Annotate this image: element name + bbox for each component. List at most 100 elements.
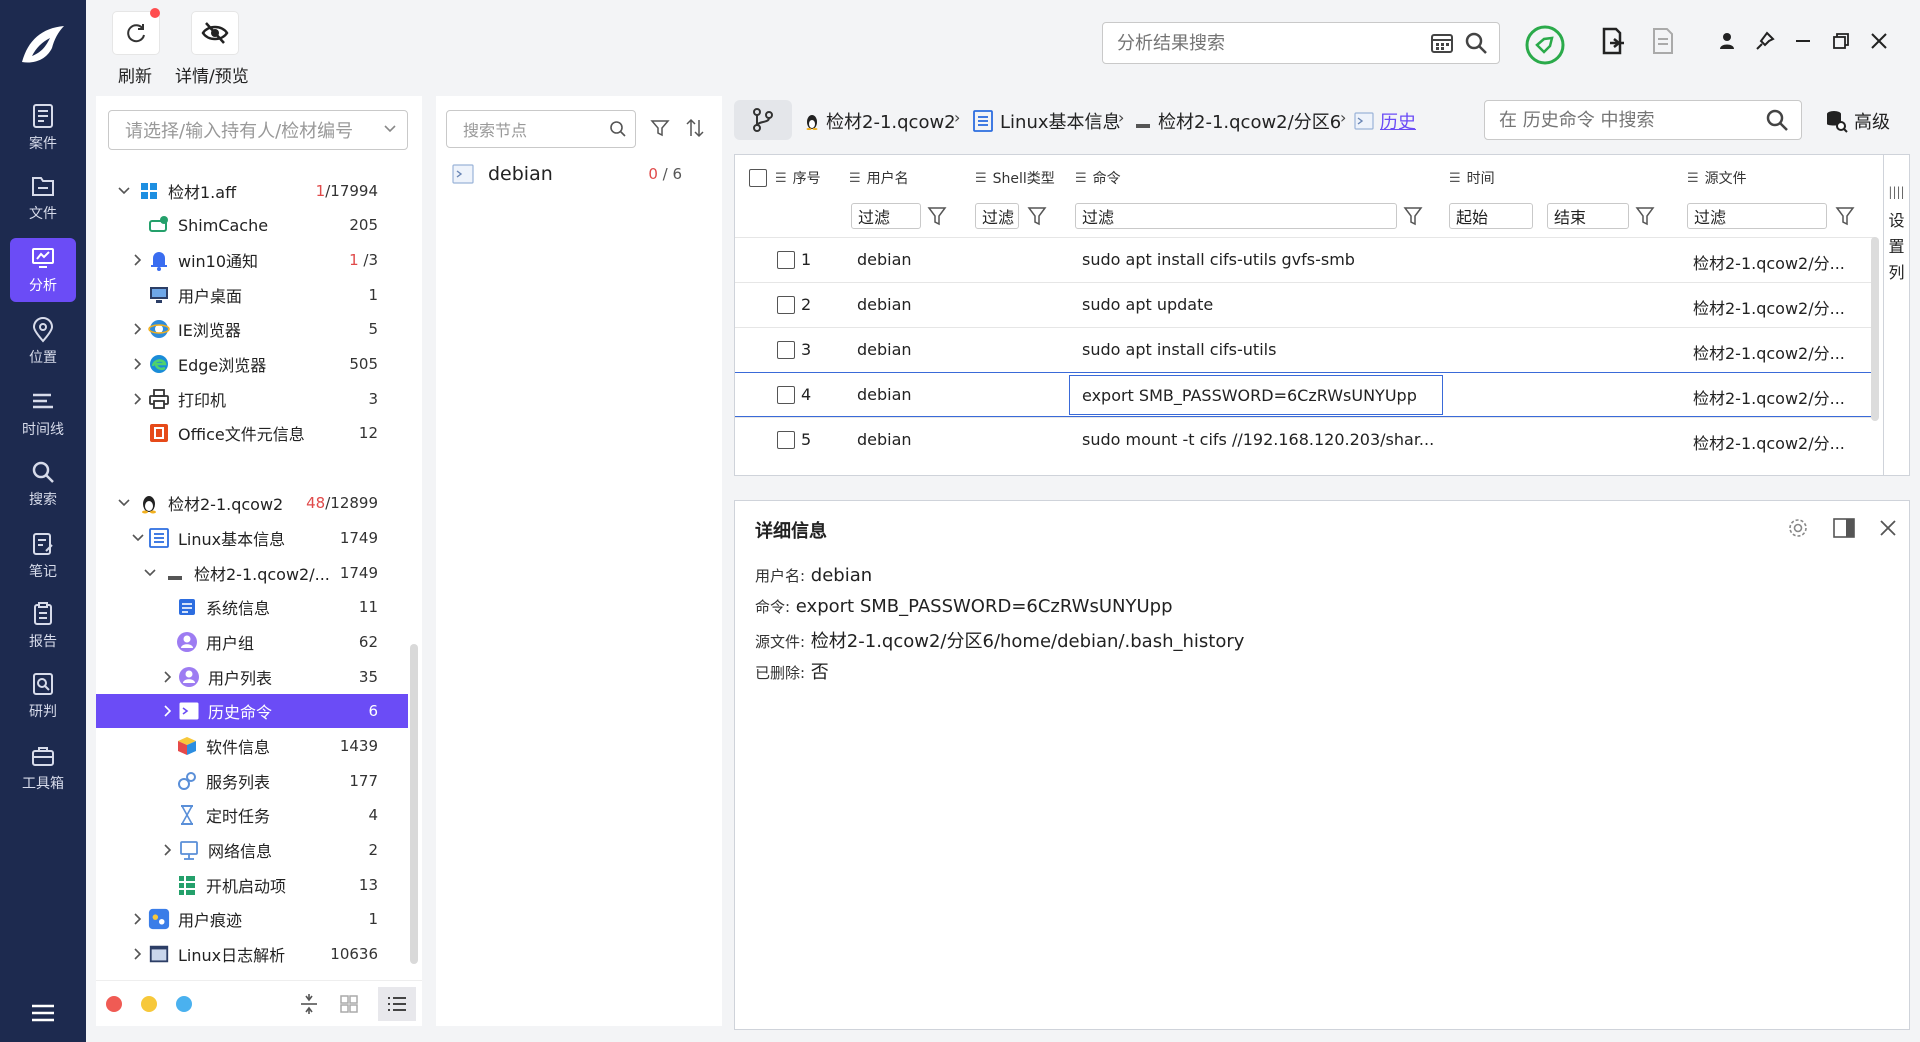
tree-item-history-commands[interactable]: 历史命令 6 [96,694,408,728]
row-command-cell-focused[interactable]: export SMB_PASSWORD=6CzRWsUNYUpp [1069,375,1443,415]
settings-gear-icon[interactable] [1785,515,1811,541]
nav-notes[interactable]: 笔记 [10,524,76,588]
tree-item[interactable]: 用户痕迹 1 [96,902,408,936]
column-header-shell[interactable]: ☰ Shell类型 [975,163,1055,193]
refresh-button[interactable] [113,12,159,54]
search-icon[interactable] [1463,30,1489,56]
tree-item[interactable]: Office文件元信息 12 [96,416,408,450]
node-search-box[interactable]: 搜索节点 [446,110,636,148]
holder-select[interactable]: 请选择/输入持有人/检材编号 [108,110,408,150]
row-checkbox[interactable] [777,341,795,359]
tree-item[interactable]: 系统信息 11 [96,590,408,624]
search-icon[interactable] [609,120,627,142]
tree-item[interactable]: IE浏览器 5 [96,312,408,346]
row-checkbox[interactable] [777,386,795,404]
minimize-icon[interactable] [1788,26,1818,56]
table-row[interactable]: 1 debian sudo apt install cifs-utils gvf… [735,237,1875,282]
grid-view-icon[interactable] [338,993,360,1019]
nav-report[interactable]: 报告 [10,594,76,658]
tree-item[interactable]: 打印机 3 [96,382,408,416]
nav-search[interactable]: 搜索 [10,452,76,516]
status-check-icon[interactable] [1524,24,1566,66]
chevron-right-icon[interactable] [160,703,176,719]
filter-input-source[interactable]: 过滤 [1687,203,1827,229]
breadcrumb-item-current[interactable]: 历史 [1354,108,1416,134]
search-icon[interactable] [1765,108,1789,132]
row-checkbox[interactable] [777,251,795,269]
tree-item[interactable]: 检材2-1.qcow2/... 1749 [96,556,408,590]
collapse-all-icon[interactable] [298,993,320,1019]
filter-icon[interactable] [650,118,670,142]
tree-item[interactable]: 用户列表 35 [96,660,408,694]
breadcrumb-item[interactable]: Linux基本信息 [972,108,1121,134]
row-checkbox[interactable] [777,431,795,449]
nav-analysis[interactable]: 分析 [10,238,76,302]
history-search-input[interactable] [1485,109,1765,131]
chevron-down-icon[interactable] [116,495,132,511]
filter-input-user[interactable]: 过滤 [851,203,921,229]
chevron-right-icon[interactable] [130,252,146,268]
tree-item[interactable]: ShimCache 205 [96,208,408,242]
chevron-right-icon[interactable] [130,356,146,372]
tree-item[interactable]: Linux日志解析 10636 [96,937,408,971]
tree-item[interactable]: 用户桌面 1 [96,278,408,312]
filter-input-time-start[interactable]: 起始 [1449,203,1533,229]
user-icon[interactable] [1712,26,1742,56]
nav-case[interactable]: 案件 [10,96,76,160]
tree-item[interactable]: 定时任务 4 [96,798,408,832]
table-scrollbar[interactable] [1871,237,1879,421]
row-checkbox[interactable] [777,296,795,314]
tree-item[interactable]: 检材2-1.qcow2 48/12899 [96,486,408,520]
chevron-down-icon[interactable] [116,183,132,199]
calendar-icon[interactable] [1429,30,1455,56]
column-header-index[interactable]: ☰ 序号 [775,163,821,193]
table-row-selected[interactable]: 4 debian export SMB_PASSWORD=6CzRWsUNYUp… [735,372,1875,417]
restore-icon[interactable] [1826,26,1856,56]
menu-icon[interactable] [30,1002,56,1024]
chevron-down-icon[interactable] [130,530,146,546]
tree-item[interactable]: Linux基本信息 1749 [96,521,408,555]
split-view-icon[interactable] [1831,515,1857,541]
breadcrumb-item[interactable]: 检材2-1.qcow2/分区6 [1134,108,1341,134]
nav-timeline[interactable]: 时间线 [10,382,76,446]
preview-toggle-button[interactable] [192,12,238,54]
close-panel-icon[interactable] [1875,515,1901,541]
document-report-icon[interactable] [1648,26,1678,56]
chevron-right-icon[interactable] [160,842,176,858]
filter-icon[interactable] [1835,205,1855,227]
filter-input-shell[interactable]: 过滤 [975,203,1019,229]
close-icon[interactable] [1864,26,1894,56]
global-search-input[interactable] [1103,32,1429,54]
column-header-user[interactable]: ☰ 用户名 [849,163,909,193]
tree-item[interactable]: 网络信息 2 [96,833,408,867]
tree-item[interactable]: 服务列表 177 [96,764,408,798]
filter-icon[interactable] [927,205,947,227]
tree-item[interactable]: win10通知 1 /3 [96,243,408,277]
column-settings-tab[interactable]: |||| 设 置 列 [1883,155,1909,475]
chevron-right-icon[interactable] [130,391,146,407]
nav-file[interactable]: 文件 [10,166,76,230]
filter-input-time-end[interactable]: 结束 [1547,203,1629,229]
nav-judgement[interactable]: 研判 [10,664,76,728]
export-icon[interactable] [1598,26,1628,56]
node-item[interactable]: debian 0 / 6 [452,156,712,192]
tree-item[interactable]: 软件信息 1439 [96,729,408,763]
chevron-down-icon[interactable] [142,565,158,581]
column-header-command[interactable]: ☰ 命令 [1075,163,1121,193]
status-dot-blue[interactable] [176,996,192,1012]
status-dot-red[interactable] [106,996,122,1012]
tree-item[interactable]: Edge浏览器 505 [96,347,408,381]
tree-item[interactable]: 开机启动项 13 [96,868,408,902]
chevron-right-icon[interactable] [130,946,146,962]
status-dot-yellow[interactable] [141,996,157,1012]
chevron-right-icon[interactable] [130,911,146,927]
filter-input-command[interactable]: 过滤 [1075,203,1397,229]
tree-item[interactable]: 用户组 62 [96,625,408,659]
table-row[interactable]: 5 debian sudo mount -t cifs //192.168.12… [735,417,1875,462]
chevron-right-icon[interactable] [160,669,176,685]
tree-item[interactable]: 检材1.aff 1/17994 [96,174,408,208]
table-row[interactable]: 3 debian sudo apt install cifs-utils 检材2… [735,327,1875,372]
nav-location[interactable]: 位置 [10,310,76,374]
column-header-source[interactable]: ☰ 源文件 [1687,163,1747,193]
nav-toolbox[interactable]: 工具箱 [10,736,76,800]
